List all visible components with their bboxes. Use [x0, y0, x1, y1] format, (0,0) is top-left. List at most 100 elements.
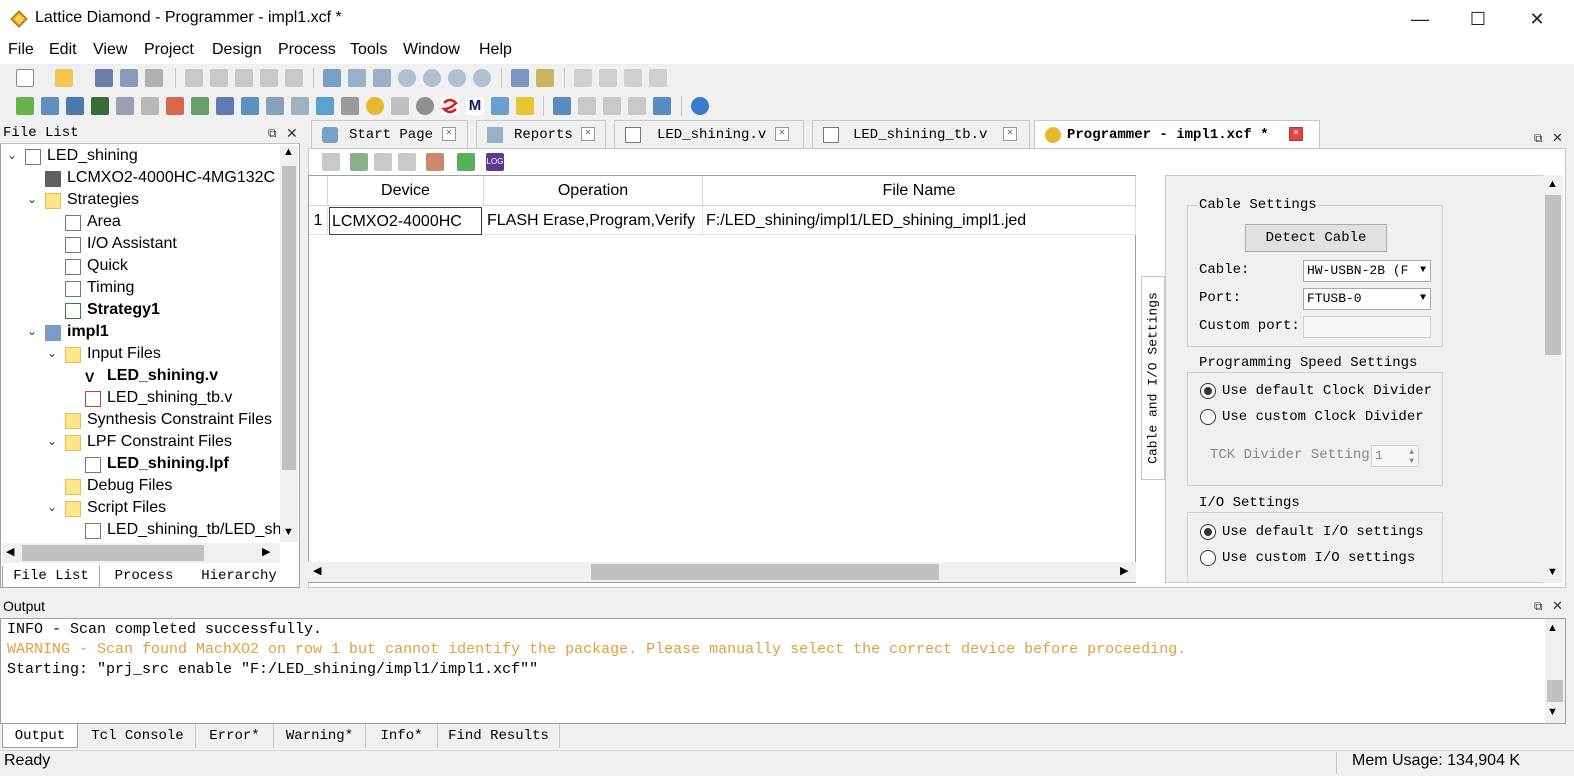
netlist-icon[interactable] — [91, 97, 109, 115]
chevron-down-icon[interactable]: ⌄ — [27, 324, 37, 338]
close-tab-icon[interactable]: ✕ — [1289, 127, 1303, 141]
menu-help[interactable]: Help — [479, 41, 512, 59]
tree-item-project[interactable]: ⌄ LED_shining — [0, 146, 280, 168]
chevron-down-icon[interactable]: ⌄ — [47, 434, 57, 448]
tree-item-strategy[interactable]: Area — [0, 212, 280, 234]
port-select[interactable]: FTUSB-0 ▼ — [1303, 288, 1431, 310]
scroll-down-icon[interactable]: ▼ — [283, 526, 294, 538]
cell-operation[interactable]: FLASH Erase,Program,Verify — [484, 207, 703, 235]
grid-horizontal-scroll-thumb[interactable] — [591, 564, 939, 580]
timing-icon[interactable] — [191, 97, 209, 115]
tab-tcl-console[interactable]: Tcl Console — [80, 724, 196, 748]
trace-icon[interactable] — [266, 97, 284, 115]
program-icon[interactable] — [350, 153, 368, 171]
run-icon[interactable] — [574, 69, 592, 87]
help-globe-icon[interactable] — [691, 97, 709, 115]
minimize-button[interactable]: — — [1400, 6, 1440, 32]
save-all-icon[interactable] — [120, 69, 138, 87]
close-tab-icon[interactable]: ✕ — [442, 127, 456, 141]
float-panel-icon[interactable]: ⧉ — [268, 126, 277, 141]
detect-icon[interactable] — [426, 153, 444, 171]
column-header-operation[interactable]: Operation — [484, 176, 703, 206]
file-list-horizontal-scroll-thumb[interactable] — [22, 545, 204, 561]
column-header-device[interactable]: Device — [328, 176, 484, 206]
float-panel-icon[interactable]: ⧉ — [1534, 599, 1543, 614]
simulation-icon[interactable] — [491, 97, 509, 115]
close-panel-icon[interactable]: ✕ — [1552, 130, 1563, 146]
tab-process[interactable]: Process — [104, 566, 184, 588]
scroll-left-icon[interactable]: ◀ — [6, 545, 14, 558]
cell-file-name[interactable]: F:/LED_shining/impl1/LED_shining_impl1.j… — [703, 207, 1136, 235]
scroll-up-icon[interactable]: ▲ — [283, 146, 294, 158]
custom-io-radio[interactable] — [1200, 550, 1216, 566]
download-icon[interactable] — [457, 153, 475, 171]
scroll-up-icon[interactable]: ▲ — [1547, 178, 1558, 190]
file-list-vertical-scroll-thumb[interactable] — [282, 166, 296, 470]
maximize-button[interactable]: ☐ — [1458, 6, 1498, 32]
rerun-icon[interactable] — [624, 69, 642, 87]
programmer-icon[interactable] — [366, 97, 384, 115]
tree-item-strategies[interactable]: ⌄ Strategies — [0, 190, 280, 212]
tab-led-shining-tb-v[interactable]: LED_shining_tb.v ✕ — [812, 120, 1030, 148]
cell-device[interactable]: LCMXO2-4000HC — [329, 207, 482, 235]
ipexpress-icon[interactable] — [116, 97, 134, 115]
menu-project[interactable]: Project — [144, 41, 194, 59]
layout-4-icon[interactable] — [628, 97, 646, 115]
tab-reports[interactable]: Reports ✕ — [476, 120, 606, 148]
tree-item-testbench-file[interactable]: LED_shining_tb.v — [0, 388, 280, 410]
scroll-down-icon[interactable]: ▼ — [1547, 566, 1558, 578]
scan-icon[interactable] — [322, 153, 340, 171]
stop-icon[interactable] — [649, 69, 667, 87]
log-icon[interactable]: LOG — [486, 153, 504, 171]
report-icon[interactable] — [373, 69, 391, 87]
zoom-area-icon[interactable] — [473, 69, 491, 87]
tree-item-strategy[interactable]: I/O Assistant — [0, 234, 280, 256]
menu-view[interactable]: View — [93, 41, 127, 59]
list-icon[interactable] — [341, 97, 359, 115]
checklist-icon[interactable] — [511, 69, 529, 87]
tree-item-strategy[interactable]: Timing — [0, 278, 280, 300]
tree-item-debug-files[interactable]: Debug Files — [0, 476, 280, 498]
output-vertical-scroll-thumb[interactable] — [1547, 680, 1563, 702]
tab-start-page[interactable]: Start Page ✕ — [311, 120, 468, 148]
menu-window[interactable]: Window — [403, 41, 460, 59]
tab-find-results[interactable]: Find Results — [438, 724, 560, 748]
scroll-right-icon[interactable]: ▶ — [1120, 564, 1128, 577]
deploy-icon[interactable] — [391, 97, 409, 115]
tck-divider-spinner[interactable]: 1 ▲ ▼ — [1371, 445, 1419, 467]
menu-design[interactable]: Design — [212, 41, 262, 59]
chevron-down-icon[interactable]: ⌄ — [7, 148, 17, 162]
menu-process[interactable]: Process — [278, 41, 336, 59]
chevron-down-icon[interactable]: ⌄ — [47, 346, 57, 360]
verify-icon[interactable] — [398, 153, 416, 171]
tree-item-lpf-constraints[interactable]: ⌄ LPF Constraint Files — [0, 432, 280, 454]
cut-icon[interactable] — [235, 69, 253, 87]
tree-item-device[interactable]: LCMXO2-4000HC-4MG132C — [0, 168, 280, 190]
menu-file[interactable]: File — [8, 41, 34, 59]
reveal-icon[interactable] — [316, 97, 334, 115]
program-disabled-icon[interactable] — [374, 153, 392, 171]
redo-icon[interactable] — [210, 69, 228, 87]
epic-icon[interactable] — [241, 97, 259, 115]
default-clock-divider-radio[interactable] — [1200, 383, 1216, 399]
chip-icon[interactable] — [66, 97, 84, 115]
chevron-down-icon[interactable]: ⌄ — [47, 500, 57, 514]
tab-warning[interactable]: Warning* — [274, 724, 366, 748]
scroll-right-icon[interactable]: ▶ — [262, 545, 270, 558]
new-file-icon[interactable] — [16, 69, 34, 87]
design-wizard-icon[interactable] — [16, 97, 34, 115]
float-panel-icon[interactable]: ⧉ — [1534, 131, 1543, 146]
floorplan-icon[interactable] — [141, 97, 159, 115]
close-panel-icon[interactable]: ✕ — [1552, 598, 1563, 614]
layout-1-icon[interactable] — [553, 97, 571, 115]
tree-item-implementation[interactable]: ⌄ impl1 — [0, 322, 280, 344]
default-io-radio[interactable] — [1200, 524, 1216, 540]
zoom-out-icon[interactable] — [423, 69, 441, 87]
undo-icon[interactable] — [185, 69, 203, 87]
tab-file-list[interactable]: File List — [2, 566, 100, 588]
tab-error[interactable]: Error* — [196, 724, 274, 748]
scroll-left-icon[interactable]: ◀ — [313, 564, 321, 577]
paste-icon[interactable] — [285, 69, 303, 87]
tree-item-lpf-file[interactable]: LED_shining.lpf — [0, 454, 280, 476]
power-icon[interactable] — [216, 97, 234, 115]
